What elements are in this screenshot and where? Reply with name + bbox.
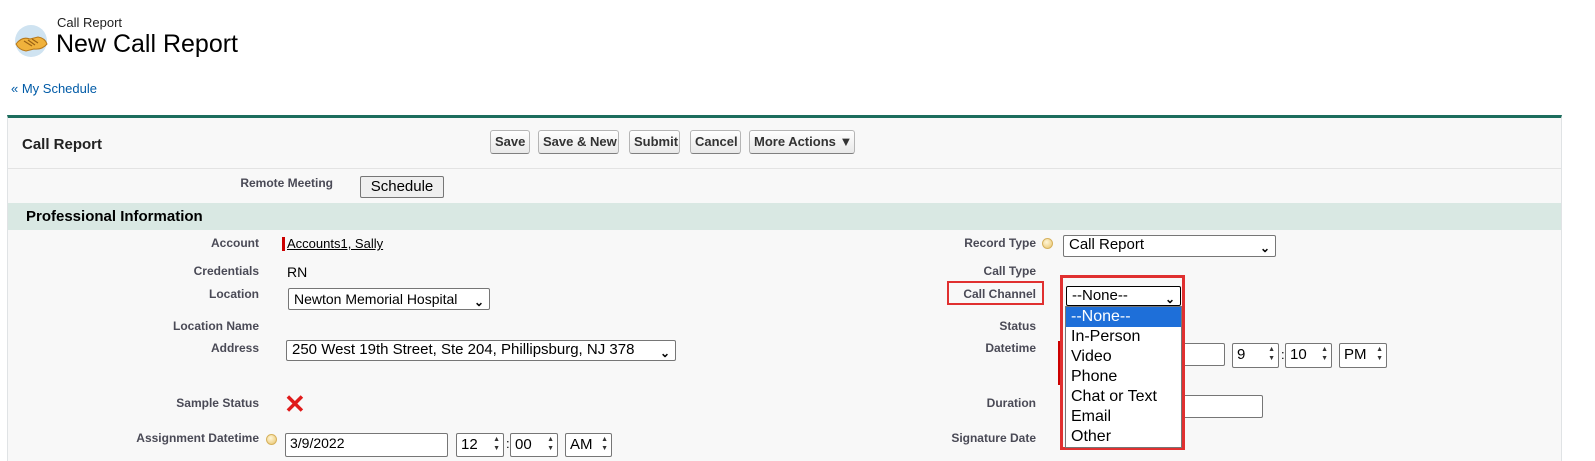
save-and-new-button[interactable]: Save & New	[538, 130, 619, 154]
section-title: Professional Information	[26, 208, 203, 225]
record-type-value: Call Report	[1069, 236, 1145, 253]
save-button[interactable]: Save	[490, 130, 530, 154]
account-link[interactable]: Accounts1, Sally	[287, 236, 383, 251]
address-select-value: 250 West 19th Street, Ste 204, Phillipsb…	[292, 341, 635, 358]
schedule-button[interactable]: Schedule	[360, 176, 444, 198]
assignment-date-input[interactable]: 3/9/2022	[285, 433, 448, 457]
assignment-ampm-spinner[interactable]: AM ▲ ▼	[565, 433, 612, 457]
datetime-minute-spinner[interactable]: 10 ▲ ▼	[1285, 343, 1332, 368]
call-channel-option[interactable]: In-Person	[1066, 327, 1181, 347]
spinner-arrows-icon: ▲ ▼	[1321, 346, 1328, 362]
datetime-minute-value: 10	[1290, 346, 1307, 363]
location-select-value: Newton Memorial Hospital	[294, 291, 458, 307]
call-channel-options: --None-- In-Person Video Phone Chat or T…	[1065, 306, 1182, 448]
spinner-arrows-icon: ▲ ▼	[601, 436, 608, 452]
call-channel-option[interactable]: Phone	[1066, 367, 1181, 387]
remote-meeting-label: Remote Meeting	[240, 176, 333, 190]
help-icon[interactable]	[1042, 238, 1053, 249]
datetime-ampm-spinner[interactable]: PM ▲ ▼	[1339, 343, 1387, 368]
location-label: Location	[209, 287, 259, 301]
address-label: Address	[210, 341, 259, 355]
assignment-hour-value: 12	[461, 436, 478, 453]
location-select[interactable]: Newton Memorial Hospital ⌄	[288, 288, 490, 310]
signature-date-label: Signature Date	[951, 431, 1036, 445]
call-report-logo-icon	[12, 22, 50, 60]
datetime-hour-value: 9	[1237, 346, 1246, 363]
breadcrumb: « My Schedule	[11, 81, 97, 96]
spinner-arrows-icon: ▲ ▼	[1376, 346, 1383, 362]
cancel-button[interactable]: Cancel	[690, 130, 741, 154]
call-channel-option[interactable]: Video	[1066, 347, 1181, 367]
help-icon[interactable]	[266, 434, 277, 445]
chevron-down-icon: ⌄	[1259, 241, 1270, 255]
spinner-arrows-icon: ▲ ▼	[493, 436, 500, 452]
record-type-label: Record Type	[964, 236, 1036, 250]
address-select[interactable]: 250 West 19th Street, Ste 204, Phillipsb…	[286, 340, 676, 361]
chevron-down-icon: ⌄	[1164, 292, 1175, 306]
call-channel-option[interactable]: Other	[1066, 427, 1181, 447]
datetime-date-input[interactable]	[1180, 343, 1225, 366]
location-name-label: Location Name	[172, 319, 259, 333]
duration-label: Duration	[986, 396, 1036, 410]
section-header	[8, 203, 1561, 230]
assignment-hour-spinner[interactable]: 12 ▲ ▼	[456, 433, 504, 457]
spinner-arrows-icon: ▲ ▼	[1268, 346, 1275, 362]
assignment-datetime-label: Assignment Datetime	[136, 431, 259, 445]
credentials-label: Credentials	[193, 264, 259, 278]
more-actions-button[interactable]: More Actions ▼	[749, 130, 855, 154]
assignment-ampm-value: AM	[570, 436, 593, 453]
record-type-select[interactable]: Call Report ⌄	[1063, 235, 1276, 257]
duration-input[interactable]	[1180, 395, 1263, 418]
assignment-minute-spinner[interactable]: 00 ▲ ▼	[510, 433, 558, 457]
call-channel-option[interactable]: Email	[1066, 407, 1181, 427]
page-title: New Call Report	[56, 30, 239, 58]
call-channel-select[interactable]: --None-- ⌄	[1066, 286, 1181, 306]
spinner-arrows-icon: ▲ ▼	[547, 436, 554, 452]
call-report-panel: Call Report Save Save & New Submit Cance…	[7, 115, 1562, 461]
datetime-hour-spinner[interactable]: 9 ▲ ▼	[1232, 343, 1279, 368]
back-prefix: «	[11, 81, 22, 96]
call-channel-option[interactable]: --None--	[1066, 307, 1181, 327]
chevron-down-icon: ⌄	[473, 295, 484, 309]
chevron-down-icon: ⌄	[656, 344, 670, 360]
my-schedule-link[interactable]: My Schedule	[22, 81, 97, 96]
call-type-label: Call Type	[983, 264, 1036, 278]
datetime-label: Datetime	[985, 341, 1036, 355]
required-marker	[282, 237, 285, 251]
datetime-ampm-value: PM	[1344, 346, 1367, 363]
call-channel-option[interactable]: Chat or Text	[1066, 387, 1181, 407]
sample-status-label: Sample Status	[176, 396, 259, 410]
call-channel-value: --None--	[1072, 287, 1128, 304]
call-channel-label: Call Channel	[963, 287, 1036, 301]
panel-header: Call Report Save Save & New Submit Cance…	[8, 118, 1561, 169]
panel-title: Call Report	[22, 136, 103, 153]
submit-button[interactable]: Submit	[629, 130, 680, 154]
credentials-value: RN	[287, 264, 308, 280]
account-label: Account	[211, 236, 259, 250]
close-icon: ✕	[284, 389, 306, 419]
assignment-minute-value: 00	[515, 436, 532, 453]
object-label: Call Report	[57, 15, 123, 30]
status-label: Status	[999, 319, 1036, 333]
